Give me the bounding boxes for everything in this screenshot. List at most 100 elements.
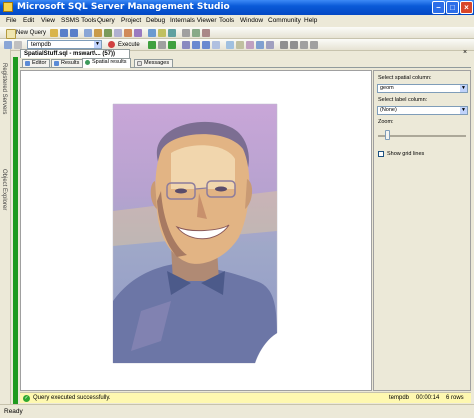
zoom-slider-thumb[interactable] [385, 130, 390, 140]
app-status-bar: Ready [0, 404, 474, 418]
success-check-icon: ✓ [23, 395, 30, 402]
tab-results[interactable]: Results [51, 59, 84, 67]
summary-icon[interactable] [168, 29, 176, 37]
minimize-button[interactable]: – [432, 1, 445, 14]
outdent-icon[interactable] [300, 41, 308, 49]
menu-help[interactable]: Help [304, 17, 317, 24]
intellisense-icon[interactable] [212, 41, 220, 49]
client-stats-icon[interactable] [236, 41, 244, 49]
chevron-down-icon: ▼ [460, 85, 467, 92]
spatial-column-select[interactable]: geom ▼ [377, 84, 468, 93]
title-bar: Microsoft SQL Server Management Studio –… [0, 0, 474, 15]
tab-messages[interactable]: Messages [134, 59, 174, 67]
execute-icon[interactable] [108, 41, 115, 48]
globe-icon [85, 60, 90, 65]
maximize-button[interactable]: □ [446, 1, 459, 14]
menu-file[interactable]: File [6, 17, 16, 24]
activity-monitor-icon[interactable] [134, 29, 142, 37]
tab-results-label: Results [61, 60, 80, 66]
spatial-results-canvas[interactable] [20, 70, 372, 391]
label-column-select[interactable]: (None) ▼ [377, 106, 468, 115]
toolbox-icon[interactable] [124, 29, 132, 37]
database-select-value: tempdb [31, 42, 52, 48]
bookmark-icon[interactable] [158, 29, 166, 37]
help-icon[interactable] [192, 29, 200, 37]
tab-spatial-results[interactable]: Spatial results [82, 58, 131, 68]
change-connection-icon[interactable] [14, 41, 22, 49]
cancel-query-icon[interactable] [158, 41, 166, 49]
open-file-icon[interactable] [50, 29, 58, 37]
results-to-text-icon[interactable] [246, 41, 254, 49]
save-icon[interactable] [60, 29, 68, 37]
menu-query[interactable]: Query [97, 17, 115, 24]
spatial-options-panel: Select spatial column: geom ▼ Select lab… [373, 70, 471, 391]
database-select[interactable]: tempdb ▼ [27, 40, 102, 49]
query-database: tempdb [389, 395, 410, 401]
connect-icon[interactable] [4, 41, 12, 49]
menu-debug[interactable]: Debug [146, 17, 165, 24]
app-status-text: Ready [4, 408, 23, 415]
show-grid-label: Show grid lines [387, 151, 425, 157]
query-status-bar: ✓ Query executed successfully. tempdb 00… [20, 392, 471, 403]
menu-edit[interactable]: Edit [23, 17, 34, 24]
zoom-label: Zoom: [378, 119, 394, 125]
document-tab[interactable]: SpatialStuff.sql - mswart\... (57)) [20, 49, 130, 58]
editor-margin [13, 57, 18, 404]
menu-project[interactable]: Project [121, 17, 141, 24]
new-query-icon[interactable] [6, 29, 16, 39]
query-elapsed: 00:00:14 [416, 395, 440, 401]
grid-icon [54, 61, 59, 66]
parse-icon[interactable] [168, 41, 176, 49]
results-to-file-icon[interactable] [266, 41, 274, 49]
menu-community[interactable]: Community [268, 17, 301, 24]
tab-messages-label: Messages [144, 60, 170, 66]
find-icon[interactable] [182, 29, 190, 37]
query-status-message: Query executed successfully. [33, 395, 111, 401]
registered-servers-tab[interactable]: Registered Servers [1, 63, 7, 114]
chevron-down-icon: ▼ [460, 107, 467, 114]
spatial-column-label: Select spatial column: [378, 75, 432, 81]
execute-button[interactable]: Execute [118, 42, 140, 48]
indent-icon[interactable] [310, 41, 318, 49]
label-column-value: (None) [380, 107, 397, 113]
app-icon [3, 2, 13, 12]
close-tab-icon[interactable]: × [463, 49, 467, 56]
include-plan-icon[interactable] [226, 41, 234, 49]
menu-internals-viewer[interactable]: Internals Viewer [170, 17, 217, 24]
menu-ssms-tools[interactable]: SSMS Tools [61, 17, 96, 24]
query-options-icon[interactable] [202, 41, 210, 49]
menu-tools[interactable]: Tools [219, 17, 234, 24]
uncomment-icon[interactable] [290, 41, 298, 49]
object-explorer-icon[interactable] [94, 29, 102, 37]
side-dock: Registered Servers Object Explorer [0, 49, 11, 404]
properties-icon[interactable] [114, 29, 122, 37]
polygon-right-eye [215, 186, 227, 192]
tab-editor[interactable]: Editor [22, 59, 51, 67]
tab-editor-label: Editor [32, 60, 47, 66]
spatial-rendering [112, 103, 278, 364]
debug-icon[interactable] [148, 41, 156, 49]
template-explorer-icon[interactable] [104, 29, 112, 37]
estimated-plan-icon[interactable] [182, 41, 190, 49]
results-to-grid-icon[interactable] [256, 41, 264, 49]
query-designer-icon[interactable] [192, 41, 200, 49]
solution-explorer-icon[interactable] [148, 29, 156, 37]
menu-view[interactable]: View [41, 17, 55, 24]
close-button[interactable]: × [460, 1, 473, 14]
polygon-left-eye [175, 188, 187, 194]
editor-icon [25, 61, 30, 66]
zoom-slider-track[interactable] [378, 135, 466, 137]
show-grid-checkbox[interactable] [378, 151, 384, 157]
standard-toolbar: New Query [0, 27, 474, 39]
registered-servers-icon[interactable] [84, 29, 92, 37]
new-query-button[interactable]: New Query [16, 30, 46, 36]
tab-spatial-results-label: Spatial results [92, 59, 127, 65]
menu-window[interactable]: Window [240, 17, 263, 24]
save-all-icon[interactable] [70, 29, 78, 37]
spatial-column-value: geom [380, 85, 394, 91]
menu-bar: File Edit View SSMS Tools Query Project … [0, 15, 474, 27]
comment-icon[interactable] [280, 41, 288, 49]
object-explorer-tab[interactable]: Object Explorer [1, 169, 7, 210]
query-rows: 6 rows [446, 395, 464, 401]
options-icon[interactable] [202, 29, 210, 37]
